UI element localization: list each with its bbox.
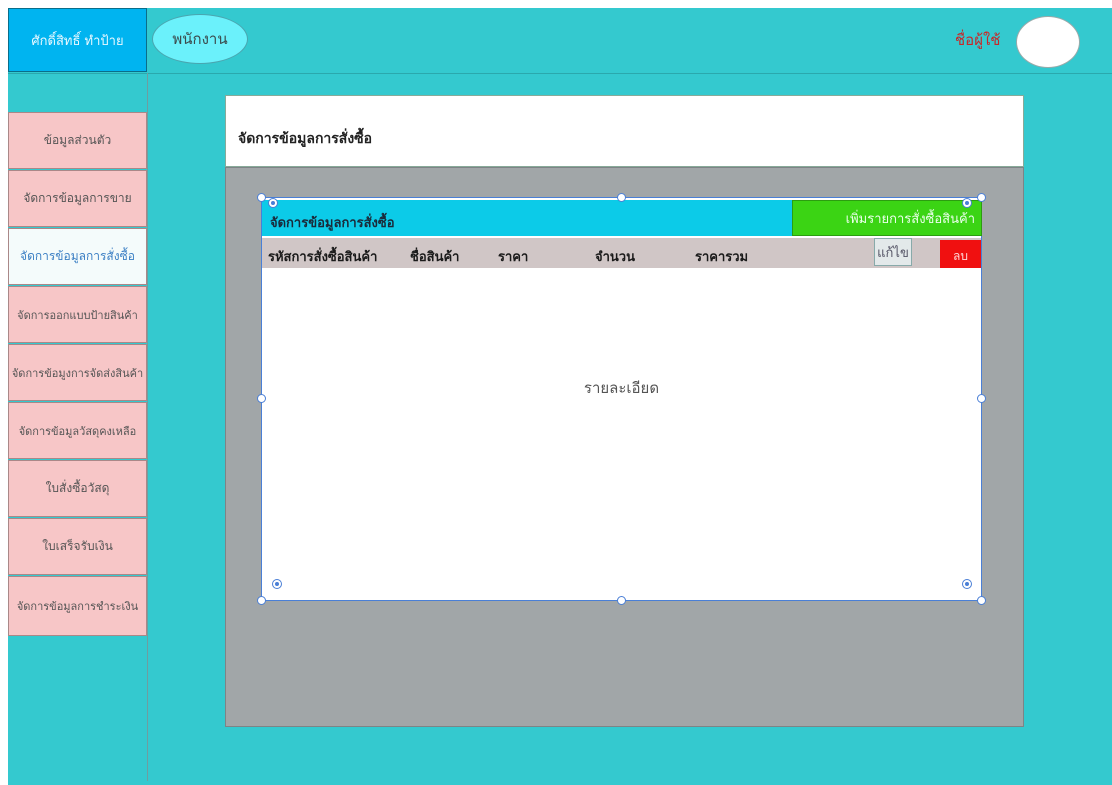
sidebar: ข้อมูลส่วนตัว จัดการข้อมูลการขาย จัดการข… [8, 112, 147, 637]
sidebar-item-material-purchase-order[interactable]: ใบสั่งซื้อวัสดุ [8, 460, 147, 517]
card-header: จัดการข้อมูลการสั่งซื้อ [262, 200, 792, 236]
anchor-top-right-icon [962, 198, 972, 208]
column-total: ราคารวม [695, 250, 749, 265]
sidebar-item-materials-stock[interactable]: จัดการข้อมูลวัสดุคงเหลือ [8, 402, 147, 459]
sidebar-item-sign-design[interactable]: จัดการออกแบบป้ายสินค้า [8, 286, 147, 343]
user-name-label: ชื่อผู้ใช้ [955, 31, 1001, 49]
edit-button[interactable]: แก้ไข [874, 238, 912, 266]
card-title: จัดการข้อมูลการสั่งซื้อ [270, 216, 395, 231]
role-badge[interactable]: พนักงาน [152, 14, 248, 64]
resize-handle-right[interactable] [977, 394, 986, 403]
sidebar-item-payments[interactable]: จัดการข้อมูลการชำระเงิน [8, 576, 147, 636]
resize-handle-bottom[interactable] [617, 596, 626, 605]
anchor-bottom-left-icon [272, 579, 282, 589]
column-product-name: ชื่อสินค้า [410, 250, 460, 265]
resize-handle-top-left[interactable] [257, 193, 266, 202]
header-divider [8, 73, 1112, 74]
sidebar-item-receipt[interactable]: ใบเสร็จรับเงิน [8, 518, 147, 575]
add-order-button[interactable]: เพิ่มรายการสั่งซื้อสินค้า [792, 200, 982, 236]
sidebar-item-personal-info[interactable]: ข้อมูลส่วนตัว [8, 112, 147, 169]
anchor-top-left-icon [268, 198, 278, 208]
sidebar-item-shipping[interactable]: จัดการข้อมูงการจัดส่งสินค้า [8, 344, 147, 401]
resize-handle-left[interactable] [257, 394, 266, 403]
anchor-bottom-right-icon [962, 579, 972, 589]
column-price: ราคา [498, 250, 529, 265]
sidebar-item-orders[interactable]: จัดการข้อมูลการสั่งซื้อ [8, 228, 147, 285]
page-title: จัดการข้อมูลการสั่งซื้อ [238, 131, 373, 147]
detail-placeholder: รายละเอียด [583, 379, 660, 397]
sidebar-item-sales[interactable]: จัดการข้อมูลการขาย [8, 170, 147, 227]
avatar[interactable] [1016, 16, 1080, 68]
resize-handle-top-right[interactable] [977, 193, 986, 202]
resize-handle-bottom-left[interactable] [257, 596, 266, 605]
orders-card: จัดการข้อมูลการสั่งซื้อ เพิ่มรายการสั่งซ… [261, 197, 982, 601]
column-quantity: จำนวน [595, 250, 635, 265]
resize-handle-bottom-right[interactable] [977, 596, 986, 605]
sidebar-divider [147, 73, 148, 781]
brand-logo: ศักดิ์สิทธิ์ ทำป้าย [8, 8, 147, 72]
resize-handle-top[interactable] [617, 193, 626, 202]
page-header-panel: จัดการข้อมูลการสั่งซื้อ [225, 95, 1024, 167]
column-order-id: รหัสการสั่งซื้อสินค้า [268, 250, 378, 265]
delete-button[interactable]: ลบ [940, 240, 981, 268]
table-header: รหัสการสั่งซื้อสินค้า ชื่อสินค้า ราคา จำ… [262, 238, 981, 268]
